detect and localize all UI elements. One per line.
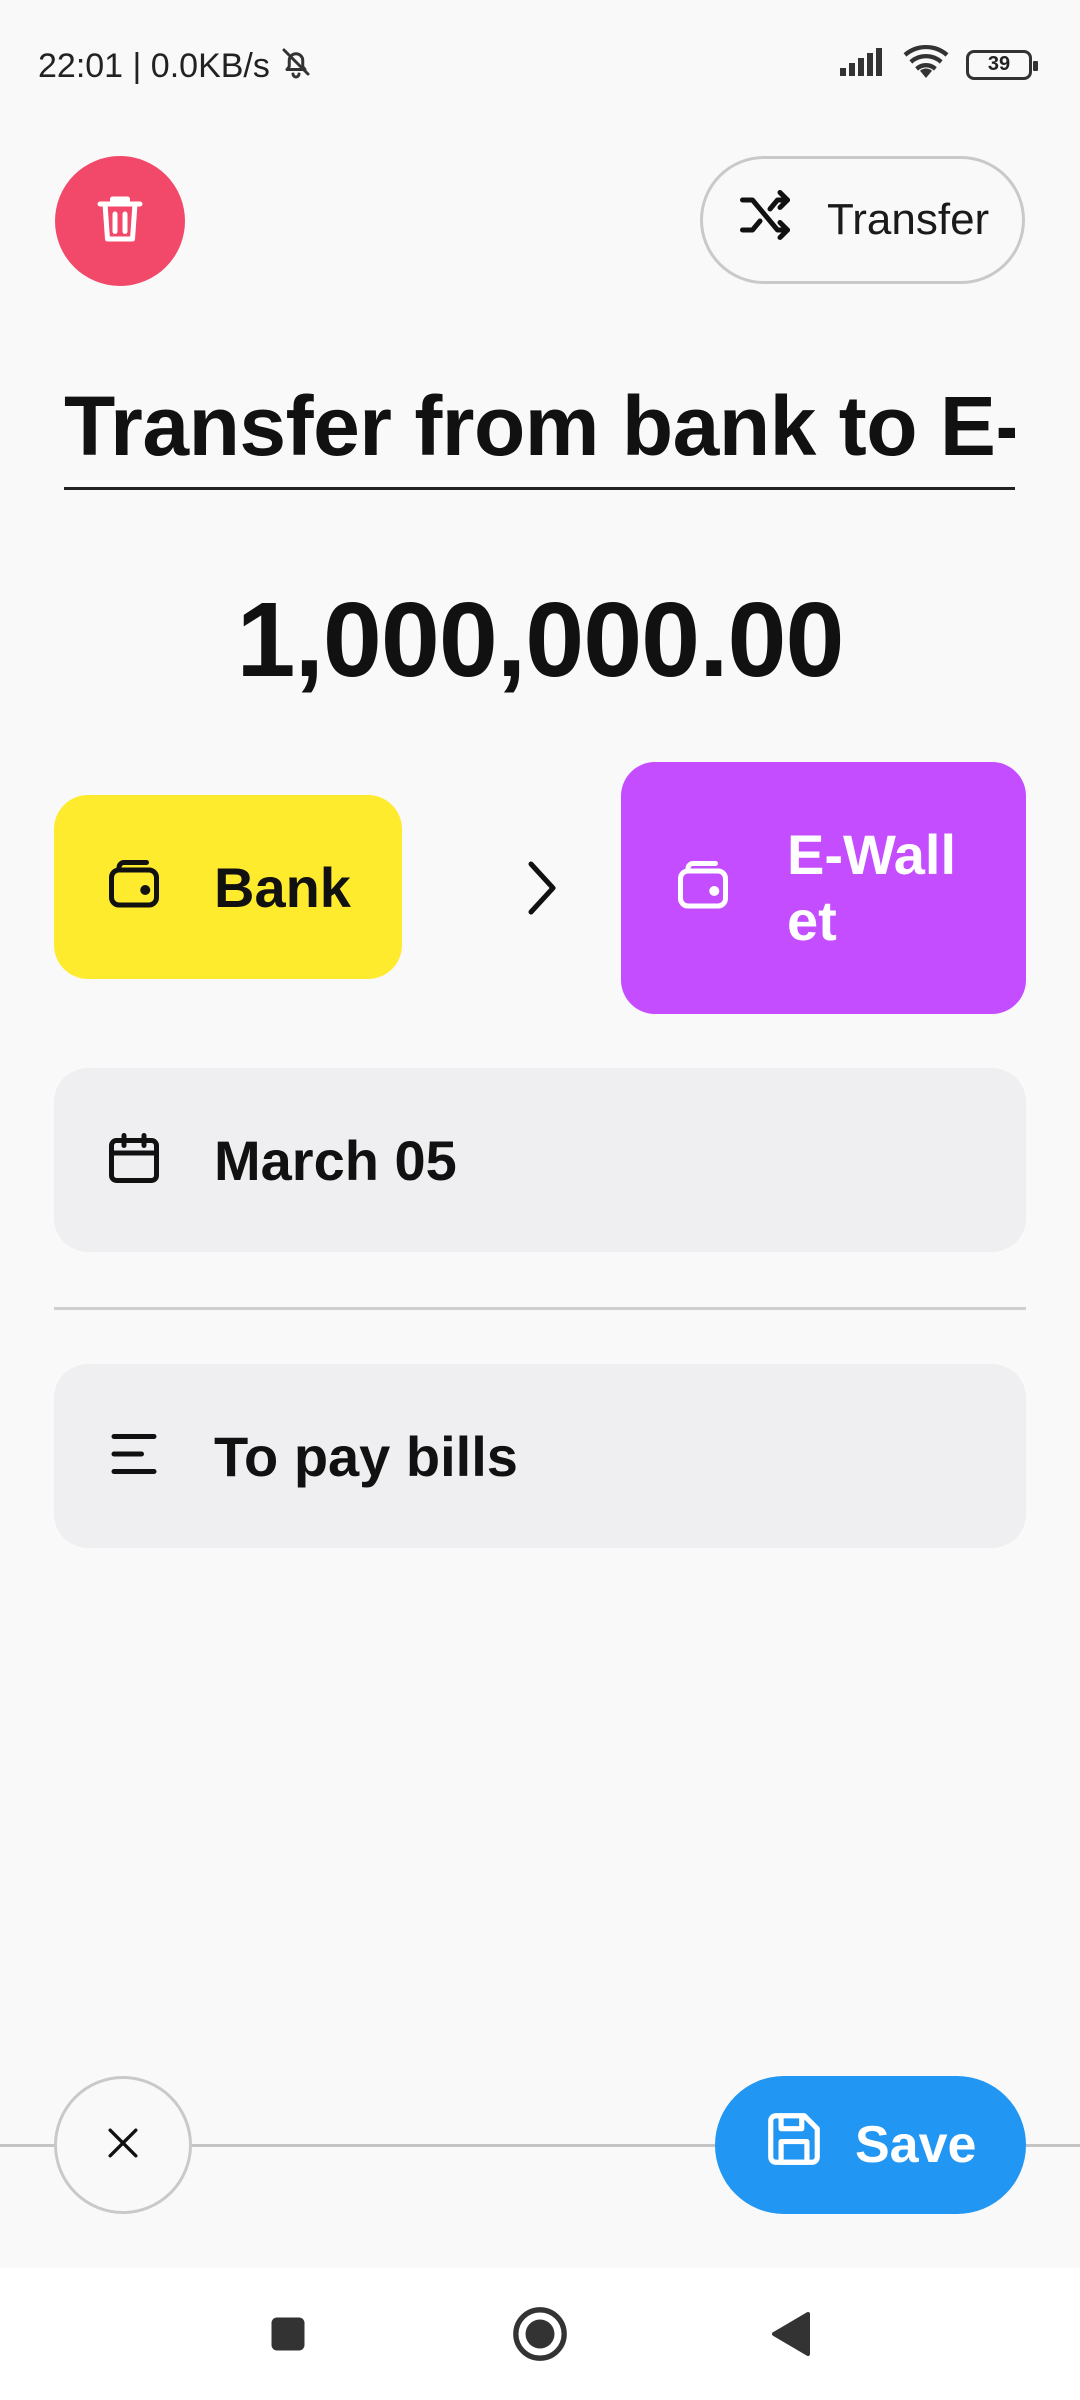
transaction-editor-screen: 22:01 | 0.0KB/s 39 Transfer Transfer fro… <box>0 0 1080 2400</box>
from-account-button[interactable]: Bank <box>54 795 402 979</box>
cancel-button[interactable] <box>54 2076 192 2214</box>
back-button[interactable] <box>760 2304 820 2364</box>
title-input[interactable]: Transfer from bank to E-wallet <box>64 370 1015 482</box>
system-nav-bar <box>0 2268 1080 2400</box>
battery-level: 39 <box>987 53 1011 75</box>
signal-icon <box>838 46 886 83</box>
transaction-type-button[interactable]: Transfer <box>700 156 1025 284</box>
delete-button[interactable] <box>55 156 185 286</box>
save-label: Save <box>855 2116 977 2174</box>
to-account-label: E-Wallet <box>787 823 957 952</box>
close-icon <box>101 2121 145 2170</box>
wifi-icon <box>902 44 950 85</box>
status-right: 39 <box>838 44 1038 85</box>
note-value: To pay bills <box>214 1424 518 1488</box>
square-icon <box>271 2317 305 2351</box>
home-circle-icon <box>513 2307 567 2361</box>
mute-bell-icon <box>278 44 314 89</box>
back-triangle-icon <box>772 2312 810 2356</box>
floppy-disk-icon <box>763 2108 825 2183</box>
trash-icon <box>90 189 150 254</box>
battery-icon: 39 <box>966 49 1038 80</box>
note-field[interactable]: To pay bills <box>54 1364 1026 1548</box>
transaction-type-label: Transfer <box>827 195 990 244</box>
notes-icon <box>104 1424 164 1489</box>
title-field[interactable]: Transfer from bank to E-wallet <box>64 370 1015 490</box>
shuffle-icon <box>735 185 795 256</box>
wallet-icon <box>104 855 164 920</box>
home-button[interactable] <box>510 2304 570 2364</box>
recent-apps-button[interactable] <box>258 2304 318 2364</box>
status-time-speed: 22:01 | 0.0KB/s <box>38 47 270 85</box>
date-value: March 05 <box>214 1128 457 1192</box>
date-picker-field[interactable]: March 05 <box>54 1068 1026 1252</box>
save-button[interactable]: Save <box>715 2076 1026 2214</box>
from-account-label: Bank <box>214 855 351 919</box>
wallet-icon <box>673 856 733 921</box>
chevron-right-icon <box>516 858 566 918</box>
status-left: 22:01 | 0.0KB/s <box>38 44 314 89</box>
to-account-button[interactable]: E-Wallet <box>621 762 1026 1014</box>
divider <box>54 1307 1026 1310</box>
status-bar: 22:01 | 0.0KB/s 39 <box>0 0 1080 130</box>
amount-value[interactable]: 1,000,000.00 <box>0 580 1080 701</box>
calendar-icon <box>104 1128 164 1193</box>
